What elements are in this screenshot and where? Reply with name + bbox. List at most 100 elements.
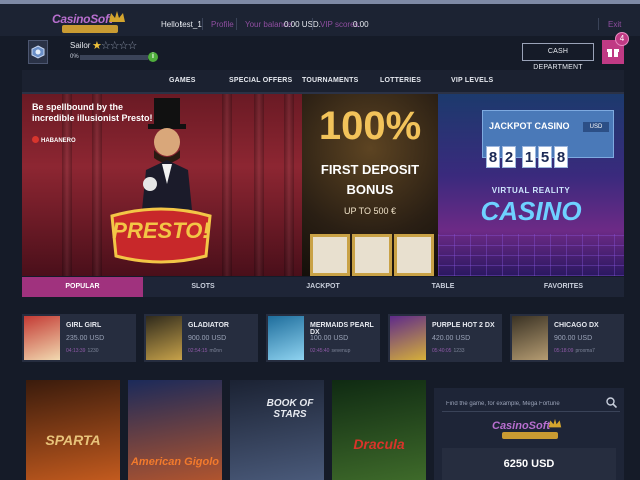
game-card[interactable]: GLADIATOR 900.00 USD 02:54:15 m0nn (144, 314, 258, 362)
game-time: 02:54:15 (188, 348, 208, 354)
bonus-line-1: FIRST DEPOSIT (320, 162, 420, 177)
game-name: PURPLE HOT 2 DX (432, 322, 495, 329)
game-tile-sparta[interactable]: SPARTA (26, 380, 120, 480)
tile-label: SPARTA (45, 432, 101, 448)
logo-ribbon (502, 432, 558, 439)
tab-favorites[interactable]: FAVORITES (503, 277, 624, 297)
game-user: sevenup (331, 348, 351, 354)
rank-stars: ★☆☆☆☆ (92, 39, 138, 52)
game-card[interactable]: MERMAIDS PEARL DX 100.00 USD 02:45:40 sev… (266, 314, 380, 362)
jackpot-value: 6250 USD (442, 448, 616, 480)
game-name: GLADIATOR (188, 322, 229, 329)
cash-department-button[interactable]: CASH DEPARTMENT (522, 43, 594, 71)
banner-jackpot-casino[interactable]: JACKPOT CASINO USD 8 2 1 5 8 VIRTUAL REA… (438, 94, 624, 276)
banner-first-deposit[interactable]: 100% FIRST DEPOSIT BONUS UP TO 500 € (302, 94, 438, 276)
tile-label: American Gigolo (130, 456, 220, 468)
tab-jackpot[interactable]: JACKPOT (263, 277, 383, 297)
banner-presto[interactable]: Be spellbound by the incredible illusion… (22, 94, 302, 276)
casino-logo[interactable]: CasinoSoft (48, 10, 132, 34)
game-thumbnail (268, 316, 304, 360)
game-price: 235.00 USD (66, 335, 105, 342)
jackpot-currency: USD (583, 122, 609, 132)
slot-reel (352, 234, 392, 276)
game-user: m0nn (209, 348, 222, 354)
neon-grid (438, 234, 624, 276)
game-card[interactable]: CHICAGO DX 900.00 USD 05:18:09 proxma7 (510, 314, 624, 362)
game-price: 900.00 USD (554, 335, 593, 342)
game-user: 1233 (453, 348, 465, 354)
profile-link[interactable]: Profile (211, 20, 234, 29)
jackpot-digit: 8 (486, 146, 500, 168)
game-thumbnail (24, 316, 60, 360)
rank-badge-icon (31, 45, 45, 59)
jackpot-digit: 5 (538, 146, 552, 168)
game-thumbnail (146, 316, 182, 360)
game-user: proxma7 (575, 348, 595, 354)
banner-presto-headline: Be spellbound by the incredible illusion… (32, 102, 153, 123)
top-bar: CasinoSoft Hello! test_1 Profile Your ba… (0, 0, 640, 36)
game-tile-american-gigolo[interactable]: American Gigolo (128, 380, 222, 480)
sidebar: CasinoSoft 6250 USD (434, 388, 624, 480)
jackpot-digit: 1 (522, 146, 536, 168)
nav-item-tournaments[interactable]: TOURNAMENTS (302, 77, 359, 84)
banner-presto-title: PRESTO! (112, 218, 210, 243)
tab-table[interactable]: TABLE (383, 277, 503, 297)
nav-item-lotteries[interactable]: LOTTERIES (380, 77, 421, 84)
logo-text: CasinoSoft (52, 12, 113, 26)
avatar[interactable] (28, 40, 48, 64)
star-empty-icon: ☆ (127, 40, 138, 52)
game-meta: 02:54:15 m0nn (188, 348, 222, 354)
promo-banners: Be spellbound by the incredible illusion… (22, 94, 624, 276)
provider-label: HABANERO (32, 136, 76, 144)
game-price: 100.00 USD (310, 335, 349, 342)
game-card[interactable]: GIRL GIRL 235.00 USD 04:13:39 1230 (22, 314, 136, 362)
game-meta: 05:40:05 1233 (432, 348, 465, 354)
game-search (442, 394, 620, 412)
game-time: 02:45:40 (310, 348, 330, 354)
game-meta: 04:13:39 1230 (66, 348, 99, 354)
exit-link[interactable]: Exit (608, 20, 621, 29)
search-icon[interactable] (606, 397, 617, 408)
curtain-fold (284, 94, 294, 276)
curtain-fold (254, 94, 264, 276)
info-icon[interactable]: i (148, 52, 158, 62)
game-tile-book-of-stars[interactable]: BOOK OF STARS (230, 380, 324, 480)
game-thumbnail (390, 316, 426, 360)
bonus-line-2: BONUS (346, 182, 394, 197)
tab-popular[interactable]: POPULAR (22, 277, 143, 297)
crown-icon (109, 11, 125, 22)
gift-icon (607, 49, 619, 57)
game-card[interactable]: PURPLE HOT 2 DX 420.00 USD 05:40:05 1233 (388, 314, 502, 362)
sidebar-logo: CasinoSoft (490, 418, 574, 440)
tab-slots[interactable]: SLOTS (143, 277, 263, 297)
progress-label: 0% (70, 54, 79, 60)
search-input[interactable] (446, 398, 596, 410)
game-tile-dracula[interactable]: Dracula (332, 380, 426, 480)
game-time: 05:18:09 (554, 348, 574, 354)
star-empty-icon: ☆ (118, 40, 129, 52)
star-empty-icon: ☆ (109, 40, 120, 52)
divider (202, 18, 203, 30)
habanero-icon (32, 136, 39, 143)
sidebar-logo-text: CasinoSoft (492, 420, 551, 432)
greeting-text: Hello! (161, 20, 182, 29)
logo-ribbon (62, 25, 118, 33)
jackpot-digit: 2 (502, 146, 516, 168)
vr-title: CASINO (480, 196, 582, 226)
balance-value: 0.00 USD. (284, 20, 321, 29)
game-meta: 02:45:40 sevenup (310, 348, 350, 354)
game-price: 420.00 USD (432, 335, 471, 342)
nav-item-special-offers[interactable]: SPECIAL OFFERS (229, 77, 292, 84)
curtain-fold (222, 94, 232, 276)
vip-progress-bar (80, 55, 148, 60)
nav-item-vip-levels[interactable]: VIP LEVELS (451, 77, 493, 84)
username-text: test_1 (180, 20, 202, 29)
tile-label: BOOK OF STARS (266, 398, 314, 420)
star-filled-icon: ★ (92, 40, 102, 52)
divider (312, 18, 313, 30)
bonus-percent: 100% (318, 104, 422, 148)
vr-subtitle: VIRTUAL REALITY (491, 186, 571, 195)
nav-item-games[interactable]: GAMES (169, 77, 196, 84)
recent-wins: GIRL GIRL 235.00 USD 04:13:39 1230 GLADIA… (22, 314, 624, 362)
game-tiles: SPARTA American Gigolo BOOK OF STARS Dra… (22, 380, 426, 480)
